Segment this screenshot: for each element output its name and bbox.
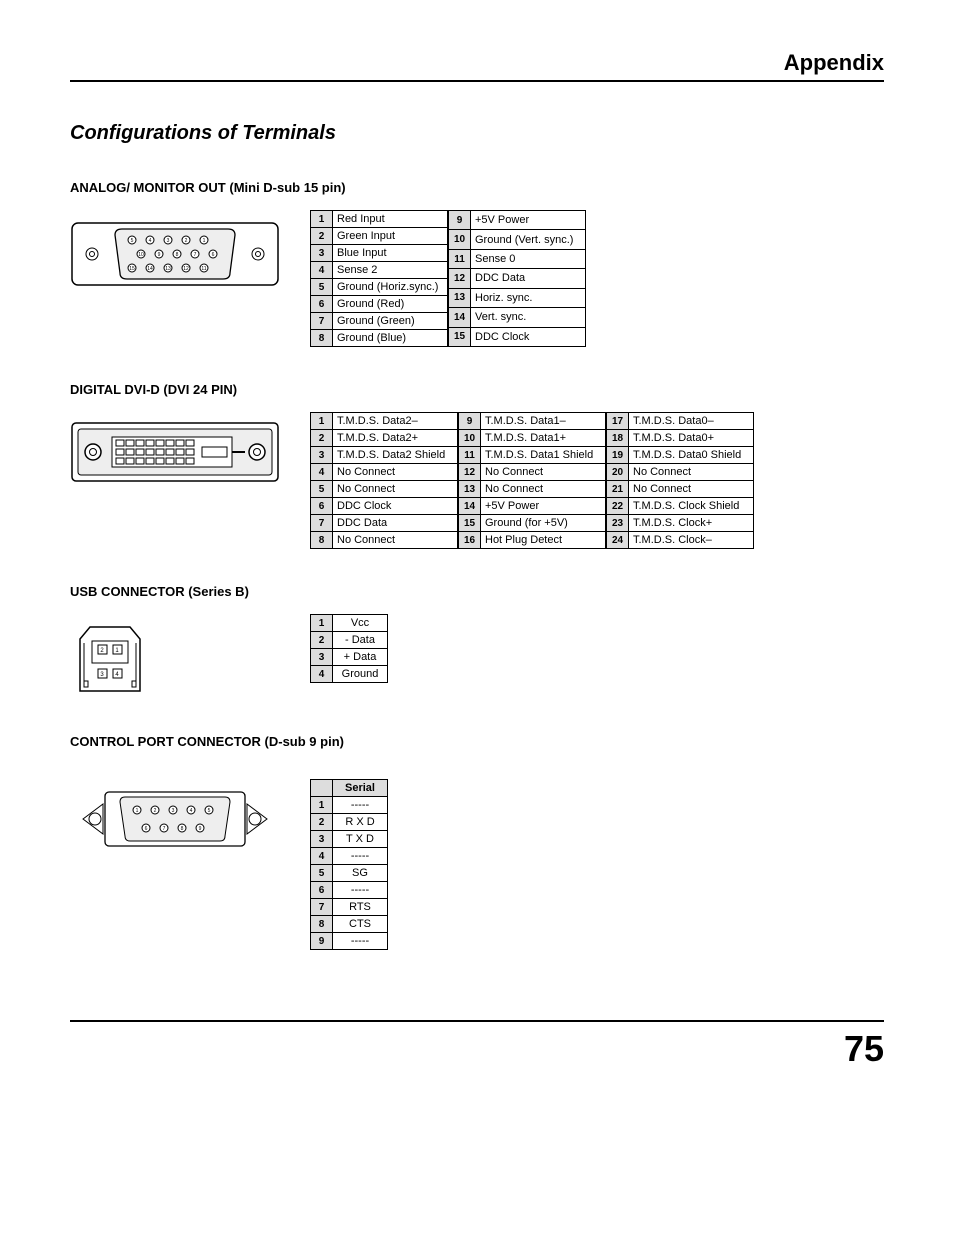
svg-text:7: 7 bbox=[163, 826, 166, 832]
svg-text:7: 7 bbox=[194, 252, 197, 258]
svg-text:3: 3 bbox=[172, 808, 175, 814]
svg-text:5: 5 bbox=[208, 808, 211, 814]
dsub9-diagram: 1 2 3 4 5 6 7 8 9 bbox=[70, 779, 280, 854]
dvi-pins-col3: 17T.M.D.S. Data0– 18T.M.D.S. Data0+ 19T.… bbox=[606, 412, 754, 549]
svg-text:11: 11 bbox=[201, 266, 206, 272]
svg-text:8: 8 bbox=[176, 252, 179, 258]
svg-text:13: 13 bbox=[165, 266, 171, 272]
svg-text:6: 6 bbox=[212, 252, 215, 258]
analog-pins-col2: 9+5V Power 10Ground (Vert. sync.) 11Sens… bbox=[448, 210, 586, 347]
dsub15-diagram: 5 4 3 2 1 10 9 8 7 6 15 14 13 12 11 bbox=[70, 210, 280, 295]
svg-text:1: 1 bbox=[136, 808, 139, 814]
svg-text:5: 5 bbox=[131, 238, 134, 244]
page-number: 75 bbox=[70, 1020, 884, 1070]
svg-text:4: 4 bbox=[149, 238, 152, 244]
svg-text:9: 9 bbox=[158, 252, 161, 258]
svg-text:2: 2 bbox=[185, 238, 188, 244]
svg-text:6: 6 bbox=[145, 826, 148, 832]
svg-text:12: 12 bbox=[183, 266, 189, 272]
usb-b-diagram: 2 1 3 4 bbox=[70, 614, 280, 699]
main-title: Configurations of Terminals bbox=[70, 122, 884, 145]
svg-text:14: 14 bbox=[147, 266, 153, 272]
svg-text:3: 3 bbox=[167, 238, 170, 244]
dvi-pins-col1: 1T.M.D.S. Data2– 2T.M.D.S. Data2+ 3T.M.D… bbox=[310, 412, 458, 549]
svg-text:2: 2 bbox=[154, 808, 157, 814]
svg-text:4: 4 bbox=[190, 808, 193, 814]
svg-text:8: 8 bbox=[181, 826, 184, 832]
svg-text:15: 15 bbox=[129, 266, 135, 272]
dvi-pins-col2: 9T.M.D.S. Data1– 10T.M.D.S. Data1+ 11T.M… bbox=[458, 412, 606, 549]
usb-pins-table: 1Vcc 2- Data 3+ Data 4Ground bbox=[310, 614, 388, 683]
analog-pins-col1: 1Red Input 2Green Input 3Blue Input 4Sen… bbox=[310, 210, 448, 347]
usb-section-title: USB CONNECTOR (Series B) bbox=[70, 584, 884, 599]
svg-text:9: 9 bbox=[199, 826, 202, 832]
svg-text:10: 10 bbox=[138, 252, 144, 258]
analog-section-title: ANALOG/ MONITOR OUT (Mini D-sub 15 pin) bbox=[70, 180, 884, 195]
control-pins-table: Serial 1----- 2R X D 3T X D 4----- 5SG 6… bbox=[310, 779, 388, 950]
dvi-diagram bbox=[70, 412, 280, 487]
svg-text:1: 1 bbox=[203, 238, 206, 244]
control-section-title: CONTROL PORT CONNECTOR (D-sub 9 pin) bbox=[70, 734, 884, 749]
dvi-section-title: DIGITAL DVI-D (DVI 24 PIN) bbox=[70, 382, 884, 397]
page-header: Appendix bbox=[70, 50, 884, 82]
